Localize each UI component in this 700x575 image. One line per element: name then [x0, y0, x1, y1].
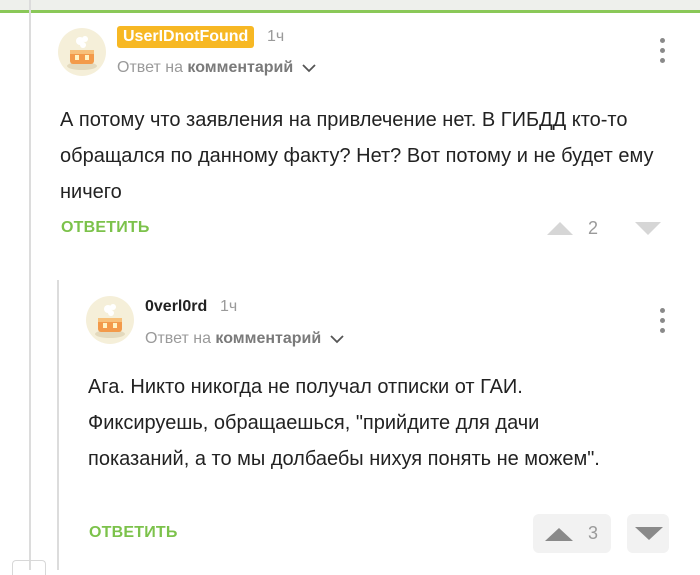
chevron-down-icon — [330, 335, 344, 344]
username[interactable]: 0verl0rd — [145, 298, 207, 316]
comment-score: 2 — [588, 218, 599, 238]
comment-text: Ага. Никто никогда не получал отписки от… — [88, 376, 600, 470]
comment-score: 3 — [588, 523, 599, 543]
reply-to-target: комментарий — [215, 330, 322, 347]
reply-button[interactable]: ОТВЕТИТЬ — [89, 524, 178, 542]
reply-button[interactable]: ОТВЕТИТЬ — [61, 219, 150, 237]
thread-line-nested — [57, 280, 59, 570]
kebab-menu-icon[interactable] — [660, 308, 666, 338]
reply-to-prefix: Ответ на — [117, 59, 183, 76]
reply-to-prefix: Ответ на — [145, 330, 211, 347]
avatar[interactable] — [58, 28, 106, 76]
vote-down-icon[interactable] — [634, 221, 662, 237]
reply-to-target: комментарий — [187, 59, 294, 76]
vote-up-icon[interactable] — [546, 220, 574, 236]
avatar-cake-icon — [67, 36, 97, 70]
top-bar-accent — [0, 10, 700, 13]
avatar-cake-icon — [95, 304, 125, 338]
vote-down-icon[interactable] — [634, 526, 664, 542]
vote-up-icon[interactable] — [544, 526, 574, 542]
comment-time: 1ч — [220, 298, 238, 315]
avatar[interactable] — [86, 296, 134, 344]
reply-to-link[interactable]: Ответ на комментарий — [117, 59, 316, 77]
comment-text: А потому что заявления на привлечение не… — [60, 109, 654, 203]
kebab-menu-icon[interactable] — [660, 38, 666, 68]
top-bar — [0, 0, 700, 13]
username[interactable]: UserIDnotFound — [117, 26, 255, 48]
reply-to-link[interactable]: Ответ на комментарий — [145, 330, 344, 348]
comment-time: 1ч — [267, 28, 285, 45]
chevron-down-icon — [302, 64, 316, 73]
thread-line-outer — [29, 0, 31, 570]
next-comment-edge — [12, 560, 46, 575]
